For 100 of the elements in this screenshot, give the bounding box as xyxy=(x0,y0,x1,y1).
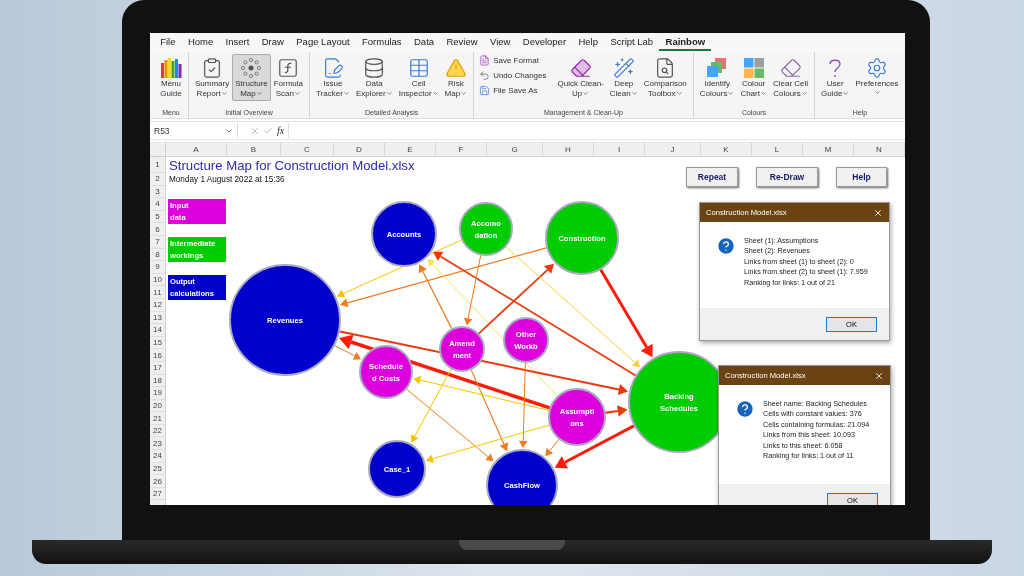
row-header[interactable]: 1 xyxy=(150,157,165,173)
close-icon[interactable] xyxy=(873,207,883,218)
table-icon xyxy=(407,57,430,79)
row-header[interactable]: 24 xyxy=(150,450,165,463)
row-header[interactable]: 17 xyxy=(150,361,165,375)
save-icon xyxy=(479,85,491,96)
ribbon-tab[interactable]: Home xyxy=(181,34,220,51)
column-header[interactable]: J xyxy=(645,142,701,156)
column-header[interactable]: A xyxy=(166,142,227,156)
dots-ring-icon xyxy=(240,57,263,79)
row-header[interactable]: 12 xyxy=(150,298,165,312)
row-header[interactable]: 13 xyxy=(150,311,165,325)
row-header[interactable]: 14 xyxy=(150,324,165,337)
ribbon-small-button[interactable]: Save Format xyxy=(477,54,549,67)
ribbon-tab[interactable]: Help xyxy=(572,34,605,51)
column-header[interactable]: C xyxy=(281,142,334,156)
function-icon xyxy=(277,57,300,79)
ribbon-tab[interactable]: File xyxy=(154,34,182,51)
sheet-button[interactable]: Help xyxy=(836,167,887,187)
ribbon-button[interactable]: Identify Colours xyxy=(696,54,738,101)
ribbon-tab[interactable]: Review xyxy=(440,34,484,51)
ribbon-tab[interactable]: Data xyxy=(407,34,441,51)
row-header[interactable]: 4 xyxy=(150,198,165,211)
undo-icon xyxy=(479,70,491,81)
row-header[interactable]: 18 xyxy=(150,374,165,388)
row-header[interactable]: 27 xyxy=(150,487,165,501)
ribbon-button[interactable]: Quick Clean- Up xyxy=(554,54,607,101)
row-header[interactable]: 10 xyxy=(150,273,165,287)
column-header[interactable]: F xyxy=(436,142,487,156)
ribbon-tab[interactable]: Draw xyxy=(255,34,291,51)
row-header[interactable]: 2 xyxy=(150,173,165,186)
ribbon-tab[interactable]: Developer xyxy=(516,34,573,51)
timestamp: Monday 1 August 2022 at 15:36 xyxy=(169,175,285,184)
ribbon-button[interactable]: Formula Scan xyxy=(270,54,307,101)
row-header[interactable]: 23 xyxy=(150,437,165,451)
column-header[interactable]: L xyxy=(752,142,803,156)
row-header[interactable]: 9 xyxy=(150,261,165,274)
ribbon-tab[interactable]: Script Lab xyxy=(604,34,660,51)
link-arrow xyxy=(604,405,628,417)
column-header[interactable]: N xyxy=(854,142,905,156)
row-header[interactable]: 26 xyxy=(150,475,165,488)
row-header[interactable]: 11 xyxy=(150,286,165,299)
column-header[interactable]: D xyxy=(334,142,385,156)
column-header[interactable]: I xyxy=(594,142,645,156)
ribbon-button[interactable]: Comparison Toolbox xyxy=(640,54,690,101)
column-header[interactable]: K xyxy=(701,142,752,156)
ribbon-small-button[interactable]: Undo Changes xyxy=(477,69,549,82)
column-header[interactable]: H xyxy=(543,142,594,156)
ribbon-button[interactable]: Structure Map xyxy=(232,54,271,101)
magic-wand-icon xyxy=(612,57,635,79)
column-header[interactable]: M xyxy=(803,142,854,156)
help-icon xyxy=(735,399,755,419)
row-header[interactable]: 20 xyxy=(150,399,165,413)
column-header[interactable]: B xyxy=(227,142,281,156)
row-header[interactable]: 5 xyxy=(150,210,165,224)
colour-grid-icon xyxy=(742,57,765,79)
ribbon-button[interactable]: Deep Clean xyxy=(606,54,641,101)
row-header[interactable]: 19 xyxy=(150,387,165,400)
stacked-squares-icon xyxy=(706,57,729,79)
row-header[interactable]: 16 xyxy=(150,349,165,362)
bar-chart-icon xyxy=(160,57,182,79)
column-header[interactable]: G xyxy=(487,142,543,156)
ribbon-button[interactable]: Menu Guide xyxy=(157,54,185,101)
column-header[interactable]: E xyxy=(385,142,436,156)
ribbon-button[interactable]: User Guide xyxy=(818,54,853,101)
ribbon-tab[interactable]: Page Layout xyxy=(290,34,356,51)
ribbon-tab[interactable]: Insert xyxy=(219,34,256,51)
ribbon-button[interactable]: Risk Map xyxy=(441,54,471,101)
row-header[interactable]: 21 xyxy=(150,412,165,425)
ribbon-button[interactable]: Cell Inspector xyxy=(395,54,442,101)
row-header[interactable]: 7 xyxy=(150,235,165,249)
eraser-icon xyxy=(569,57,592,79)
ribbon-button[interactable]: Preferences xyxy=(852,54,902,99)
ribbon-button[interactable]: Summary Report xyxy=(192,54,233,101)
row-header[interactable]: 3 xyxy=(150,185,165,199)
help-icon xyxy=(716,236,736,256)
warning-icon xyxy=(444,57,467,79)
row-header[interactable]: 15 xyxy=(150,336,165,350)
eraser-icon xyxy=(779,57,802,79)
cancel-icon[interactable] xyxy=(250,125,260,136)
close-icon[interactable] xyxy=(874,370,884,381)
row-header[interactable]: 25 xyxy=(150,462,165,476)
ribbon-tab[interactable]: Formulas xyxy=(355,34,408,51)
row-header[interactable]: 8 xyxy=(150,248,165,262)
database-icon xyxy=(363,57,386,79)
sheet-button[interactable]: Repeat xyxy=(686,167,738,187)
ribbon-button[interactable]: Data Explorer xyxy=(352,54,396,101)
row-header[interactable]: 6 xyxy=(150,223,165,236)
ribbon-button[interactable]: Clear Cell Colours xyxy=(769,54,812,101)
ribbon-button[interactable]: Issue Tracker xyxy=(313,54,353,101)
ribbon-tab[interactable]: View xyxy=(483,34,517,51)
check-icon[interactable] xyxy=(263,125,273,136)
sheet-title: Structure Map for Construction Model.xlsx xyxy=(169,158,415,173)
sheet-button[interactable]: Re-Draw xyxy=(756,167,818,187)
row-header[interactable]: 22 xyxy=(150,424,165,438)
function-label[interactable]: fx xyxy=(277,125,285,136)
name-box[interactable]: R53 xyxy=(150,123,238,138)
gear-icon xyxy=(866,57,888,79)
ribbon-button[interactable]: Colour Chart xyxy=(737,54,770,101)
ribbon-small-button[interactable]: File Save As xyxy=(477,84,549,97)
